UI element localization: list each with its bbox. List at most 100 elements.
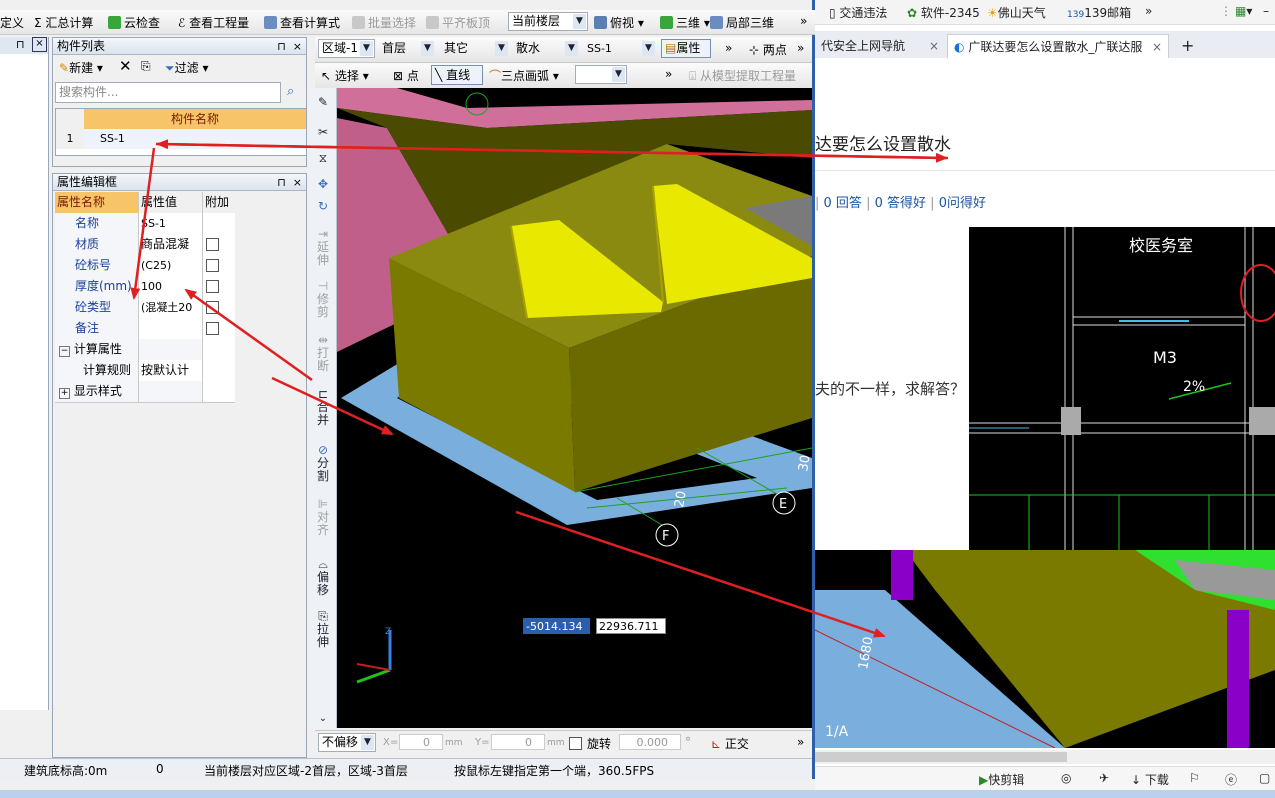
y-offset-input[interactable]: 0: [491, 734, 545, 750]
copy-icon[interactable]: ⎘: [141, 59, 151, 74]
x-offset-input[interactable]: 0: [399, 734, 443, 750]
delete-icon[interactable]: ✕: [119, 57, 132, 75]
two-point-button[interactable]: ⊹ 两点: [749, 41, 787, 58]
toolbar-more-button[interactable]: »: [797, 41, 804, 55]
window-icon[interactable]: ▢: [1259, 771, 1270, 785]
stat-answers[interactable]: 0 回答: [824, 196, 862, 211]
ie-icon[interactable]: ⓔ: [1225, 771, 1237, 788]
offset-tool[interactable]: ⌓ 偏移: [314, 558, 332, 597]
rotate-angle-input[interactable]: 0.000: [619, 734, 681, 750]
type-select[interactable]: 其它 ▼: [440, 39, 510, 58]
extra-checkbox[interactable]: [206, 301, 219, 314]
property-row-material[interactable]: 材质 商品混凝: [55, 234, 235, 256]
bookmark-more-button[interactable]: »: [1145, 4, 1152, 18]
tab-navigation[interactable]: 代安全上网导航 ×: [815, 34, 945, 58]
cloud-check-button[interactable]: 云检查: [108, 14, 160, 31]
pin-icon[interactable]: ⊓: [277, 176, 286, 189]
collapse-icon[interactable]: −: [59, 346, 70, 357]
close-icon[interactable]: ×: [293, 40, 302, 53]
calc-property-group[interactable]: − 计算属性: [55, 339, 235, 361]
trim-tool[interactable]: ⊣ 修剪: [314, 280, 332, 319]
floor-select[interactable]: 当前楼层 ▼: [508, 12, 588, 31]
break-tool[interactable]: ⇹ 打断: [314, 334, 332, 373]
stat-good-questions[interactable]: 0问得好: [939, 196, 986, 211]
local-3d-button[interactable]: 局部三维: [710, 14, 774, 31]
property-row-remark[interactable]: 备注: [55, 318, 235, 340]
coord-y-input[interactable]: 22936.711: [596, 618, 666, 634]
view-formula-button[interactable]: 查看计算式: [264, 14, 340, 31]
view-mode-select[interactable]: 俯视 ▾: [594, 14, 644, 31]
bookmark-weather[interactable]: ☀佛山天气: [987, 4, 1046, 21]
sum-calc-button[interactable]: Σ 汇总计算: [34, 14, 93, 31]
close-icon[interactable]: ×: [293, 176, 302, 189]
toolbar-more-button[interactable]: »: [665, 67, 672, 81]
toolbar-more-button[interactable]: »: [725, 41, 732, 55]
ortho-button[interactable]: ⊾ 正交: [711, 735, 749, 752]
category-select[interactable]: 散水 ▼: [512, 39, 580, 58]
three-d-button[interactable]: 三维 ▾: [660, 14, 710, 31]
align-tool[interactable]: ⊫ 对齐: [314, 498, 332, 537]
bookmark-traffic[interactable]: ▯ 交通违法: [829, 4, 887, 21]
scroll-down-icon[interactable]: ⌄: [314, 712, 332, 725]
move-icon[interactable]: ✥: [314, 178, 332, 191]
download-button[interactable]: ↓ 下载: [1131, 771, 1169, 788]
toolbar-more-button[interactable]: »: [797, 735, 804, 749]
merge-tool[interactable]: ⊏ 合并: [314, 388, 332, 427]
region-select[interactable]: 区域-1 ▼: [318, 39, 375, 58]
extra-checkbox[interactable]: [206, 259, 219, 272]
rotate-checkbox[interactable]: [569, 737, 582, 750]
property-row-grade[interactable]: 砼标号 (C25): [55, 255, 235, 277]
new-component-button[interactable]: ✎新建 ▾: [59, 59, 103, 76]
refresh-icon[interactable]: ◎: [1061, 771, 1071, 785]
split-tool[interactable]: ⊘ 分割: [314, 444, 332, 483]
horizontal-scrollbar[interactable]: [815, 750, 1275, 764]
line-tool-button[interactable]: ╲ 直线: [431, 65, 483, 85]
display-style-group[interactable]: + 显示样式: [55, 381, 235, 403]
select-tool-button[interactable]: ↖ 选择 ▾: [321, 67, 369, 84]
property-row-calc-rule[interactable]: 计算规则 按默认计: [55, 360, 235, 382]
property-row-thickness[interactable]: 厚度(mm) 100: [55, 276, 235, 298]
property-row-concrete-type[interactable]: 砼类型 (混凝土20: [55, 297, 235, 319]
pin-icon[interactable]: ⊓: [16, 38, 25, 51]
floor-select[interactable]: 首层 ▼: [378, 39, 436, 58]
draw-mode-select[interactable]: ▼: [575, 65, 627, 84]
point-tool-button[interactable]: ⊠ 点: [393, 67, 419, 84]
stretch-tool[interactable]: ⎘ 拉伸: [314, 610, 332, 649]
close-icon[interactable]: ×: [1152, 35, 1162, 59]
define-button[interactable]: 定义: [0, 14, 24, 31]
minimize-icon[interactable]: –: [1263, 4, 1269, 18]
offset-select[interactable]: 不偏移 ▼: [318, 733, 376, 752]
extra-checkbox[interactable]: [206, 322, 219, 335]
coord-x-input[interactable]: -5014.134: [523, 618, 590, 634]
extra-checkbox[interactable]: [206, 280, 219, 293]
arc-tool-button[interactable]: ⌒三点画弧 ▾: [489, 67, 559, 84]
close-icon[interactable]: ×: [929, 34, 939, 58]
scissors-icon[interactable]: ✂: [314, 126, 332, 139]
flag-icon[interactable]: ⚐: [1189, 771, 1200, 785]
component-select[interactable]: SS-1 ▼: [583, 39, 657, 58]
view-quantity-button[interactable]: ℰ 查看工程量: [178, 14, 249, 31]
bookmark-software[interactable]: ✿ 软件-2345: [907, 4, 980, 21]
apps-icon[interactable]: ▦▾: [1235, 4, 1252, 18]
tab-article[interactable]: ◐ 广联达要怎么设置散水_广联达服 ×: [947, 34, 1169, 58]
extend-tool[interactable]: ⇥ 延伸: [314, 228, 332, 267]
property-row-name[interactable]: 名称 SS-1: [55, 213, 235, 235]
close-icon[interactable]: ×: [32, 37, 47, 52]
pin-icon[interactable]: ⊓: [277, 40, 286, 53]
filter-button[interactable]: ⏷过滤 ▾: [165, 59, 208, 76]
extract-quantity-button[interactable]: ⍗ 从模型提取工程量: [689, 67, 796, 84]
pencil-icon[interactable]: ✎: [314, 96, 332, 109]
component-row-ss1[interactable]: SS-1: [84, 129, 306, 149]
rotate-icon[interactable]: ↻: [314, 200, 332, 213]
new-tab-button[interactable]: +: [1175, 34, 1199, 58]
search-icon[interactable]: ⌕: [287, 84, 294, 99]
component-search-input[interactable]: 搜索构件...: [55, 82, 281, 103]
align-top-button[interactable]: 平齐板顶: [426, 14, 490, 31]
mirror-icon[interactable]: ⧖: [314, 152, 332, 165]
stat-good-answers[interactable]: 0 答得好: [875, 196, 926, 211]
extra-checkbox[interactable]: [206, 238, 219, 251]
expand-icon[interactable]: +: [59, 388, 70, 399]
bookmark-mail[interactable]: 139139邮箱: [1067, 4, 1131, 21]
quick-clip-button[interactable]: ▶快剪辑: [979, 771, 1024, 788]
batch-select-button[interactable]: 批量选择: [352, 14, 416, 31]
